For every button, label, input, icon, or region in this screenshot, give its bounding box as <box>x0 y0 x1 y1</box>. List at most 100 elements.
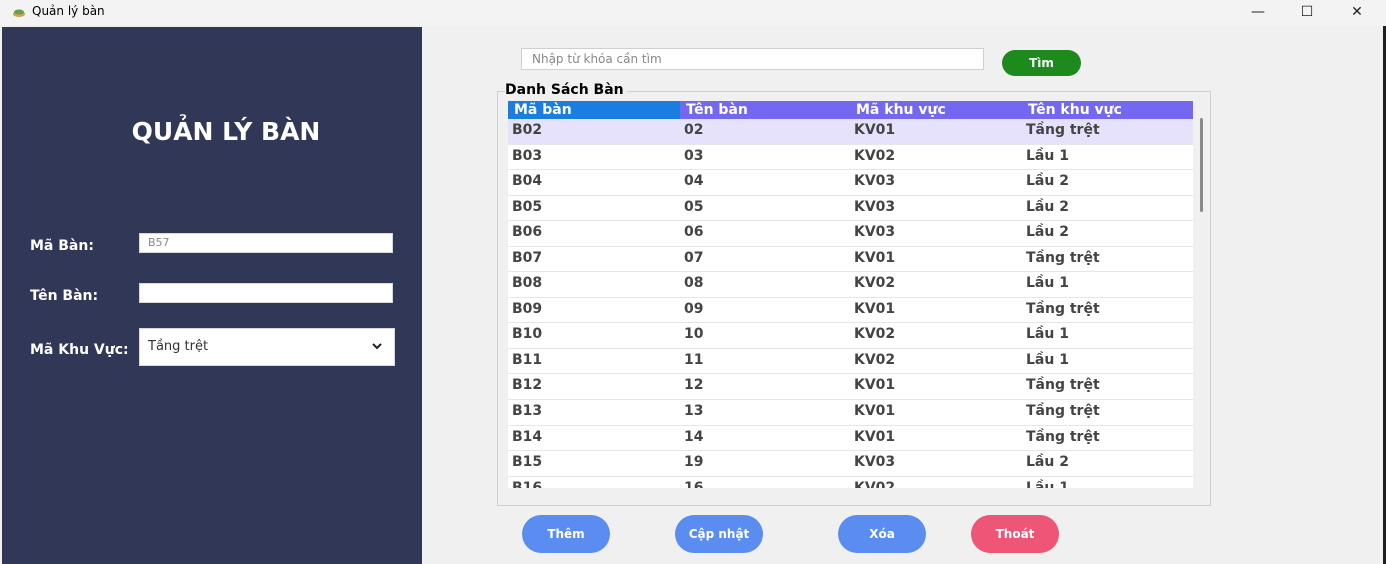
cell-ma-ban: B09 <box>512 300 543 317</box>
cell-ma-ban: B07 <box>512 249 543 266</box>
update-button[interactable]: Cập nhật <box>675 515 763 553</box>
cell-ten-ban: 19 <box>684 454 704 471</box>
delete-button[interactable]: Xóa <box>838 515 926 553</box>
page-title: QUẢN LÝ BÀN <box>131 117 321 146</box>
close-button[interactable]: ✕ <box>1334 0 1380 24</box>
cell-ma-khu-vuc: KV01 <box>854 428 896 445</box>
cell-ten-ban: 05 <box>684 198 704 215</box>
search-button[interactable]: Tìm <box>1002 50 1081 76</box>
cell-ten-ban: 09 <box>684 300 704 317</box>
cell-ten-khu-vuc: Lầu 2 <box>1026 173 1069 190</box>
cell-ten-khu-vuc: Tầng trệt <box>1026 249 1100 266</box>
cell-ten-khu-vuc: Lầu 2 <box>1026 454 1069 471</box>
table-row[interactable]: B11 11 KV02 Lầu 1 <box>508 349 1193 375</box>
ten-ban-label: Tên Bàn: <box>30 288 99 304</box>
table-row[interactable]: B16 16 KV02 Lầu 1 <box>508 477 1193 488</box>
column-header-ten-khu-vuc[interactable]: Tên khu vực <box>1028 101 1122 119</box>
chevron-down-icon <box>372 343 382 350</box>
cell-ma-ban: B13 <box>512 403 543 420</box>
form-panel: QUẢN LÝ BÀN Mã Bàn: B57 Tên Bàn: Mã Khu … <box>2 27 422 564</box>
table-row[interactable]: B03 03 KV02 Lầu 1 <box>508 145 1193 171</box>
cell-ten-ban: 07 <box>684 249 704 266</box>
table-row[interactable]: B06 06 KV03 Lầu 2 <box>508 221 1193 247</box>
cell-ma-ban: B16 <box>512 479 543 488</box>
cell-ten-khu-vuc: Lầu 1 <box>1026 275 1069 292</box>
cell-ma-khu-vuc: KV03 <box>854 198 896 215</box>
cell-ten-khu-vuc: Lầu 1 <box>1026 351 1069 368</box>
table-group-title: Danh Sách Bàn <box>505 82 627 98</box>
column-header-ma-ban[interactable]: Mã bàn <box>514 101 572 119</box>
table-row[interactable]: B12 12 KV01 Tầng trệt <box>508 374 1193 401</box>
cell-ma-ban: B10 <box>512 326 543 343</box>
ma-khu-vuc-select[interactable]: Tầng trệt <box>139 328 395 366</box>
table-row[interactable]: B07 07 KV01 Tầng trệt <box>508 247 1193 273</box>
ma-ban-label: Mã Bàn: <box>30 238 94 254</box>
table-scrollbar[interactable] <box>1200 118 1203 212</box>
table-row[interactable]: B08 08 KV02 Lầu 1 <box>508 272 1193 298</box>
cell-ten-ban: 04 <box>684 173 704 190</box>
table-row[interactable]: B02 02 KV01 Tầng trệt <box>508 119 1193 145</box>
cell-ma-ban: B11 <box>512 351 543 368</box>
column-header-ma-khu-vuc[interactable]: Mã khu vực <box>856 101 946 119</box>
table-row[interactable]: B13 13 KV01 Tầng trệt <box>508 400 1193 426</box>
cell-ma-ban: B14 <box>512 428 543 445</box>
cell-ten-khu-vuc: Lầu 1 <box>1026 147 1069 164</box>
add-button[interactable]: Thêm <box>522 515 610 553</box>
table-row[interactable]: B10 10 KV02 Lầu 1 <box>508 323 1193 349</box>
cell-ten-khu-vuc: Lầu 2 <box>1026 198 1069 215</box>
cell-ma-khu-vuc: KV01 <box>854 403 896 420</box>
cell-ten-khu-vuc: Lầu 1 <box>1026 479 1069 488</box>
cell-ten-ban: 14 <box>684 428 704 445</box>
cell-ma-ban: B06 <box>512 224 543 241</box>
table-row[interactable]: B09 09 KV01 Tầng trệt <box>508 298 1193 324</box>
minimize-button[interactable]: — <box>1235 0 1281 24</box>
table-row[interactable]: B04 04 KV03 Lầu 2 <box>508 170 1193 196</box>
table-header: Mã bàn Tên bàn Mã khu vực Tên khu vực <box>508 101 1193 119</box>
column-header-ten-ban[interactable]: Tên bàn <box>686 101 748 119</box>
cell-ma-khu-vuc: KV01 <box>854 300 896 317</box>
cell-ten-khu-vuc: Tầng trệt <box>1026 403 1100 420</box>
cell-ma-ban: B04 <box>512 173 543 190</box>
cell-ma-ban: B15 <box>512 454 543 471</box>
ma-khu-vuc-selected: Tầng trệt <box>148 339 209 354</box>
cell-ten-ban: 13 <box>684 403 704 420</box>
cell-ten-khu-vuc: Tầng trệt <box>1026 122 1100 138</box>
cell-ma-khu-vuc: KV03 <box>854 454 896 471</box>
cell-ma-ban: B02 <box>512 122 543 138</box>
ma-ban-input[interactable]: B57 <box>139 233 393 253</box>
cell-ma-khu-vuc: KV01 <box>854 377 896 394</box>
cell-ten-ban: 08 <box>684 275 704 292</box>
table-row[interactable]: B14 14 KV01 Tầng trệt <box>508 426 1193 452</box>
cell-ten-khu-vuc: Tầng trệt <box>1026 300 1100 317</box>
app-icon <box>13 9 25 17</box>
table-row[interactable]: B05 05 KV03 Lầu 2 <box>508 196 1193 222</box>
cell-ma-ban: B12 <box>512 377 543 394</box>
cell-ma-khu-vuc: KV02 <box>854 147 896 164</box>
cell-ma-khu-vuc: KV01 <box>854 249 896 266</box>
cell-ten-khu-vuc: Tầng trệt <box>1026 428 1100 445</box>
table-row[interactable]: B15 19 KV03 Lầu 2 <box>508 451 1193 477</box>
title-bar: Quản lý bàn — ☐ ✕ <box>0 0 1386 26</box>
search-input[interactable]: Nhập từ khóa cần tìm <box>521 48 984 70</box>
table-body: B02 02 KV01 Tầng trệt B03 03 KV02 Lầu 1 B04 04 K… <box>508 119 1193 488</box>
cell-ma-khu-vuc: KV02 <box>854 479 896 488</box>
exit-button[interactable]: Thoát <box>971 515 1059 553</box>
maximize-button[interactable]: ☐ <box>1284 0 1330 24</box>
cell-ten-ban: 11 <box>684 351 704 368</box>
cell-ten-ban: 12 <box>684 377 704 394</box>
cell-ma-khu-vuc: KV02 <box>854 326 896 343</box>
window-title: Quản lý bàn <box>32 4 105 18</box>
cell-ten-ban: 10 <box>684 326 704 343</box>
cell-ten-ban: 03 <box>684 147 704 164</box>
cell-ma-khu-vuc: KV02 <box>854 275 896 292</box>
cell-ma-khu-vuc: KV03 <box>854 224 896 241</box>
cell-ten-khu-vuc: Lầu 2 <box>1026 224 1069 241</box>
ban-table: Mã bàn Tên bàn Mã khu vực Tên khu vực B0… <box>508 101 1193 488</box>
cell-ten-ban: 02 <box>684 122 704 138</box>
ten-ban-input[interactable] <box>139 283 393 303</box>
cell-ten-khu-vuc: Lầu 1 <box>1026 326 1069 343</box>
cell-ten-khu-vuc: Tầng trệt <box>1026 377 1100 394</box>
cell-ten-ban: 06 <box>684 224 704 241</box>
cell-ten-ban: 16 <box>684 479 704 488</box>
ma-khu-vuc-label: Mã Khu Vực: <box>30 342 129 358</box>
